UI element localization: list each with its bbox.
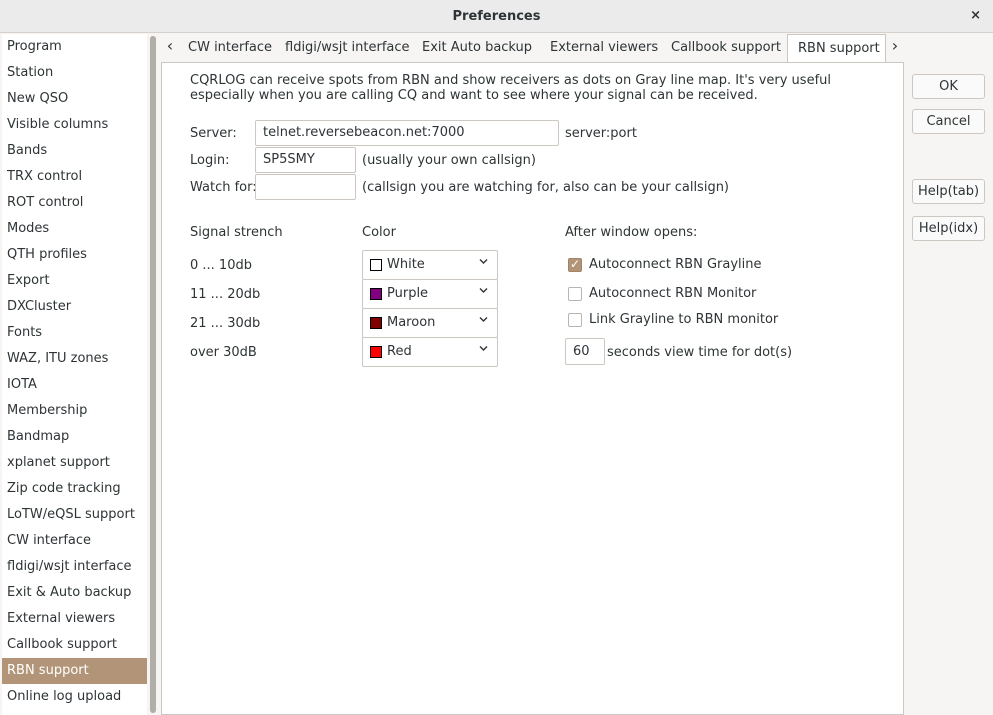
sidebar-item-visible-columns[interactable]: Visible columns (2, 112, 147, 138)
sidebar-item-iota[interactable]: IOTA (2, 372, 147, 398)
sidebar-item-waz-itu-zones[interactable]: WAZ, ITU zones (2, 346, 147, 372)
color-select-value: Purple (387, 286, 429, 301)
check-icon: ✓ (570, 257, 581, 271)
cancel-button[interactable]: Cancel (912, 109, 985, 134)
sidebar-item-program[interactable]: Program (2, 34, 147, 60)
view-time-spinner[interactable]: 60 (565, 338, 605, 365)
sidebar-item-station[interactable]: Station (2, 60, 147, 86)
title-bar: Preferences × (0, 0, 993, 33)
level-range-0: 0 ... 10db (190, 258, 252, 273)
autoconnect-grayline-checkbox[interactable]: ✓ (568, 257, 582, 272)
server-label: Server: (190, 126, 237, 141)
close-icon[interactable]: × (970, 8, 981, 23)
watch-for-input[interactable] (255, 174, 356, 200)
login-hint: (usually your own callsign) (362, 153, 536, 168)
help-tab-button[interactable]: Help(tab) (912, 179, 985, 204)
ok-button[interactable]: OK (912, 74, 985, 99)
sidebar-item-zip-code-tracking[interactable]: Zip code tracking (2, 476, 147, 502)
color-swatch (370, 346, 382, 358)
link-grayline-checkbox[interactable]: ✓ (568, 313, 582, 327)
help-idx-button[interactable]: Help(idx) (912, 216, 985, 241)
sidebar-item-membership[interactable]: Membership (2, 398, 147, 424)
level-range-1: 11 ... 20db (190, 287, 261, 302)
color-header: Color (362, 225, 396, 240)
autoconnect-grayline-label[interactable]: Autoconnect RBN Grayline (589, 257, 762, 272)
tab-external-viewers[interactable]: External viewers (550, 34, 658, 62)
sidebar-item-fldigi-wsjt-interface[interactable]: fldigi/wsjt interface (2, 554, 147, 580)
rbn-description-line-1: CQRLOG can receive spots from RBN and sh… (190, 73, 831, 88)
sidebar-item-trx-control[interactable]: TRX control (2, 164, 147, 190)
chevron-down-icon (478, 256, 489, 271)
tab-rbn-support[interactable]: RBN support (787, 34, 886, 63)
color-swatch (370, 317, 382, 329)
sidebar-item-online-log-upload[interactable]: Online log upload (2, 684, 147, 710)
sidebar-item-cw-interface[interactable]: CW interface (2, 528, 147, 554)
window-title: Preferences (452, 9, 541, 24)
tab-exit-auto-backup[interactable]: Exit Auto backup (422, 34, 532, 62)
server-hint: server:port (565, 126, 637, 141)
level-range-3: over 30dB (190, 345, 257, 360)
sidebar-item-new-qso[interactable]: New QSO (2, 86, 147, 112)
tab-cw-interface[interactable]: CW interface (188, 34, 272, 62)
color-select-1[interactable]: Purple (362, 279, 498, 309)
level-range-2: 21 ... 30db (190, 316, 261, 331)
sidebar-scrollbar-thumb[interactable] (150, 36, 156, 713)
sidebar-item-exit-auto-backup[interactable]: Exit & Auto backup (2, 580, 147, 606)
sidebar-item-lotw-eqsl-support[interactable]: LoTW/eQSL support (2, 502, 147, 528)
sidebar-item-qth-profiles[interactable]: QTH profiles (2, 242, 147, 268)
color-swatch (370, 259, 382, 271)
sidebar-item-callbook-support[interactable]: Callbook support (2, 632, 147, 658)
sidebar-scrollbar[interactable] (150, 36, 156, 713)
watch-for-label: Watch for: (190, 180, 257, 195)
login-label: Login: (190, 153, 230, 168)
sidebar: Program Station New QSO Visible columns … (2, 34, 147, 715)
tab-callbook-support[interactable]: Callbook support (671, 34, 781, 62)
sidebar-item-export[interactable]: Export (2, 268, 147, 294)
tab-scroll-right-icon[interactable]: › (886, 34, 904, 62)
chevron-down-icon (478, 314, 489, 329)
sidebar-item-rot-control[interactable]: ROT control (2, 190, 147, 216)
autoconnect-monitor-label[interactable]: Autoconnect RBN Monitor (589, 286, 756, 301)
sidebar-item-fonts[interactable]: Fonts (2, 320, 147, 346)
color-select-value: White (387, 257, 425, 272)
tab-scroll-left-icon[interactable]: ‹ (161, 34, 179, 62)
rbn-description-line-2: especially when you are calling CQ and w… (190, 88, 758, 103)
view-time-label: seconds view time for dot(s) (607, 345, 793, 360)
sidebar-item-rbn-support[interactable]: RBN support (2, 658, 147, 684)
sidebar-item-bandmap[interactable]: Bandmap (2, 424, 147, 450)
autoconnect-monitor-checkbox[interactable]: ✓ (568, 287, 582, 301)
watch-for-hint: (callsign you are watching for, also can… (362, 180, 730, 195)
signal-strength-header: Signal strench (190, 225, 283, 240)
color-select-3[interactable]: Red (362, 337, 498, 367)
color-select-2[interactable]: Maroon (362, 308, 498, 338)
sidebar-item-dxcluster[interactable]: DXCluster (2, 294, 147, 320)
sidebar-item-xplanet-support[interactable]: xplanet support (2, 450, 147, 476)
chevron-down-icon (478, 343, 489, 358)
sidebar-item-bands[interactable]: Bands (2, 138, 147, 164)
color-select-value: Maroon (387, 315, 436, 330)
color-select-value: Red (387, 344, 412, 359)
server-input[interactable]: telnet.reversebeacon.net:7000 (255, 120, 559, 146)
color-swatch (370, 288, 382, 300)
tab-fldigi-wsjt-interface[interactable]: fldigi/wsjt interface (285, 34, 410, 62)
sidebar-item-modes[interactable]: Modes (2, 216, 147, 242)
after-window-opens-header: After window opens: (565, 225, 698, 240)
sidebar-item-external-viewers[interactable]: External viewers (2, 606, 147, 632)
color-select-0[interactable]: White (362, 250, 498, 280)
tab-bar: ‹ CW interface fldigi/wsjt interface Exi… (161, 34, 904, 63)
chevron-down-icon (478, 285, 489, 300)
login-input[interactable]: SP5SMY (255, 147, 356, 173)
link-grayline-label[interactable]: Link Grayline to RBN monitor (589, 312, 778, 327)
